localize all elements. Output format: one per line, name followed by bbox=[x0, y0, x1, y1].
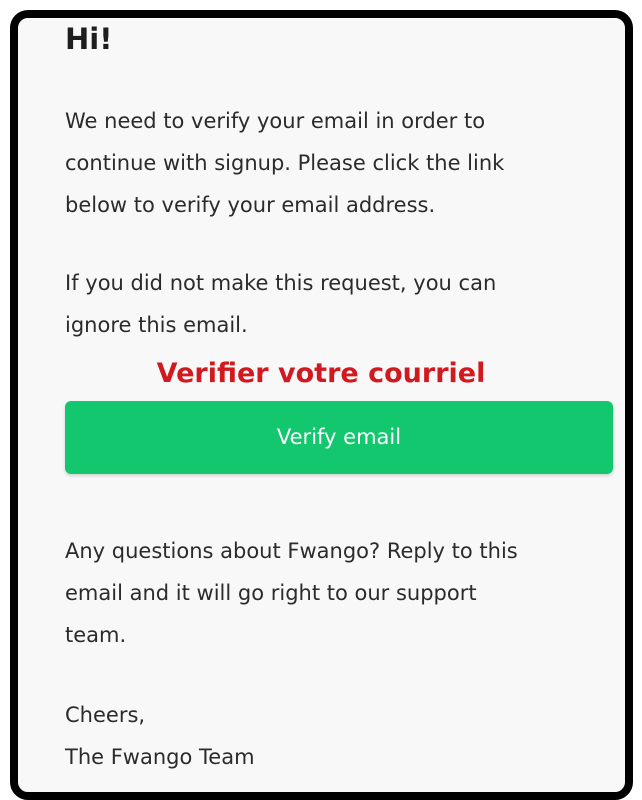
body-line: ignore this email. bbox=[65, 313, 248, 337]
body-line: We need to verify your email in order to bbox=[65, 109, 486, 133]
overlay-title: Verifier votre courriel bbox=[156, 358, 486, 389]
signoff-line: The Fwango Team bbox=[65, 745, 255, 769]
greeting-heading: Hi! bbox=[65, 22, 113, 56]
verify-email-button[interactable]: Verify email bbox=[65, 401, 613, 474]
body-line: Any questions about Fwango? Reply to thi… bbox=[65, 539, 518, 563]
body-line: email and it will go right to our suppor… bbox=[65, 581, 477, 605]
body-line: below to verify your email address. bbox=[65, 193, 436, 217]
body-line: continue with signup. Please click the l… bbox=[65, 151, 505, 175]
signoff-line: Cheers, bbox=[65, 703, 146, 727]
body-line: If you did not make this request, you ca… bbox=[65, 271, 497, 295]
body-line: team. bbox=[65, 623, 127, 647]
